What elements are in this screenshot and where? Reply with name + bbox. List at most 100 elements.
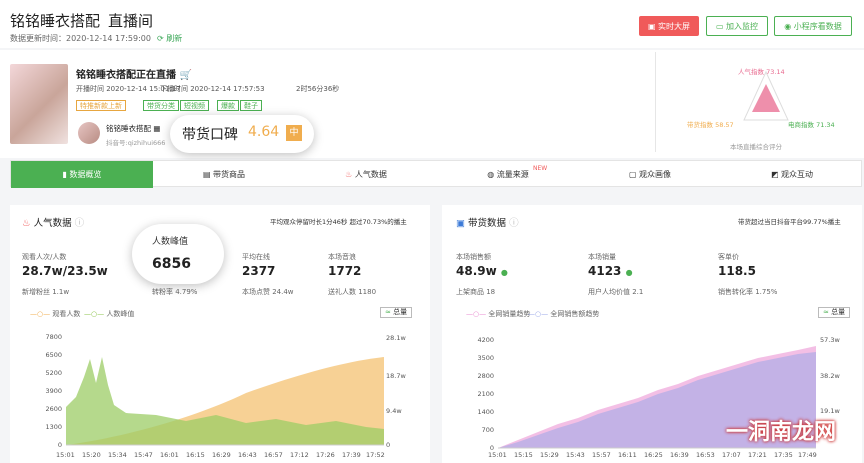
y-tick: 0 bbox=[57, 441, 62, 449]
update-time: 数据更新时间：2020-12-14 17:59:00 ⟳ 刷新 bbox=[10, 34, 183, 43]
metric-label: 本场销量 bbox=[588, 253, 616, 261]
x-tick: 17:35 bbox=[774, 451, 793, 459]
y2-tick: 57.3w bbox=[820, 336, 840, 344]
bar-chart-icon: ▮ bbox=[62, 170, 67, 179]
metric-sub: 送礼人数 1180 bbox=[328, 288, 377, 296]
metric-label: 观看人次/人数 bbox=[22, 253, 67, 261]
total-toggle[interactable]: ≈ 总量 bbox=[818, 307, 851, 318]
divider bbox=[655, 52, 656, 152]
y-tick: 3900 bbox=[45, 387, 62, 395]
tab-interaction[interactable]: ◩ 观众互动 bbox=[721, 161, 863, 188]
x-tick: 16:57 bbox=[264, 451, 283, 459]
x-tick: 15:15 bbox=[514, 451, 533, 459]
x-tick: 15:29 bbox=[540, 451, 559, 459]
tab-overview[interactable]: ▮ 数据概览 bbox=[11, 161, 153, 188]
x-tick: 17:12 bbox=[290, 451, 309, 459]
tab-bar: ▮ 数据概览 ▤ 带货商品 ♨ 人气数据 ◍ 流量来源 NEW ▢ 观众画像 ◩ … bbox=[10, 160, 863, 188]
metric-sub: 转粉率 4.79% bbox=[152, 288, 198, 296]
x-tick: 16:01 bbox=[160, 451, 179, 459]
legend-item: —○— 观看人数 bbox=[30, 310, 81, 318]
refresh-link[interactable]: ⟳ 刷新 bbox=[157, 34, 182, 43]
metric-value: 118.5 bbox=[718, 264, 756, 278]
peak-label: 人数峰值 bbox=[152, 237, 189, 247]
new-badge: NEW bbox=[533, 165, 548, 172]
y2-tick: 38.2w bbox=[820, 372, 840, 380]
y-tick: 7800 bbox=[45, 333, 62, 341]
peak-badge: 人数峰值 6856 bbox=[132, 224, 224, 284]
x-tick: 16:15 bbox=[186, 451, 205, 459]
bag-icon: ▣ bbox=[456, 218, 465, 229]
avatar bbox=[78, 122, 100, 144]
x-tick: 16:11 bbox=[618, 451, 637, 459]
x-tick: 15:01 bbox=[56, 451, 75, 459]
popularity-chart bbox=[66, 357, 384, 446]
metric-value: 4123 ● bbox=[588, 264, 633, 278]
x-tick: 15:43 bbox=[566, 451, 585, 459]
top-bar: 铭铭睡衣搭配 直播间 数据更新时间：2020-12-14 17:59:00 ⟳ 刷新… bbox=[0, 0, 864, 48]
x-tick: 17:52 bbox=[366, 451, 385, 459]
x-tick: 16:39 bbox=[670, 451, 689, 459]
metric-sub: 新增粉丝 1.1w bbox=[22, 288, 70, 296]
y2-tick: 0 bbox=[386, 441, 391, 449]
metric-sub: 本场点赞 24.4w bbox=[242, 288, 294, 296]
y2-tick: 9.4w bbox=[386, 407, 402, 415]
x-tick: 15:57 bbox=[592, 451, 611, 459]
page-title: 铭铭睡衣搭配 直播间 bbox=[10, 12, 154, 30]
y-tick: 5200 bbox=[45, 369, 62, 377]
mini-program-button[interactable]: ◉ 小程序看数据 bbox=[774, 16, 852, 36]
add-monitor-button[interactable]: ▭ 加入监控 bbox=[706, 16, 768, 36]
tab-goods[interactable]: ▤ 带货商品 bbox=[153, 161, 295, 188]
metric-sub: 销售转化率 1.75% bbox=[718, 288, 778, 296]
reputation-value: 4.64 bbox=[248, 124, 280, 140]
sales-title: ▣ 带货数据 ⓘ bbox=[456, 218, 519, 229]
total-toggle[interactable]: ≈ 总量 bbox=[380, 307, 413, 318]
x-tick: 16:43 bbox=[238, 451, 257, 459]
x-tick: 16:29 bbox=[212, 451, 231, 459]
metric-value: 2377 bbox=[242, 264, 276, 278]
radar-commerce: 电商指数 71.34 bbox=[788, 121, 835, 129]
douyin-id: 抖音号:qizhihui666 bbox=[106, 139, 166, 147]
live-screen-button[interactable]: ▣ 实时大屏 bbox=[639, 16, 699, 36]
metric-label: 本场销售额 bbox=[456, 253, 491, 261]
y-tick: 2600 bbox=[45, 405, 62, 413]
y-tick: 1400 bbox=[477, 408, 494, 416]
streamer-cover bbox=[10, 64, 68, 144]
tag: 鞋子 bbox=[240, 100, 262, 111]
tag: 带货分类 bbox=[143, 100, 179, 111]
x-tick: 16:25 bbox=[644, 451, 663, 459]
tab-traffic[interactable]: ◍ 流量来源 NEW bbox=[437, 161, 579, 188]
mini-program-icon: ◉ bbox=[784, 21, 794, 31]
fire-icon: ♨ bbox=[345, 170, 353, 179]
x-tick: 15:20 bbox=[82, 451, 101, 459]
legend-item: —○— 全网销售额趋势 bbox=[528, 310, 600, 318]
tab-audience[interactable]: ▢ 观众画像 bbox=[579, 161, 721, 188]
metric-sub: 上架商品 18 bbox=[456, 288, 496, 296]
radar-popularity: 人气指数 73.14 bbox=[738, 68, 785, 76]
live-title: 铭铭睡衣搭配正在直播 🛒 bbox=[76, 70, 192, 81]
y2-tick: 18.7w bbox=[386, 372, 406, 380]
tab-popularity[interactable]: ♨ 人气数据 bbox=[295, 161, 437, 188]
x-tick: 17:07 bbox=[722, 451, 741, 459]
tag: 短视频 bbox=[180, 100, 209, 111]
y-tick: 4200 bbox=[477, 336, 494, 344]
x-tick: 15:47 bbox=[134, 451, 153, 459]
metric-value: 48.9w ● bbox=[456, 264, 508, 278]
legend-item: —○— 人数峰值 bbox=[84, 310, 135, 318]
y2-tick: 28.1w bbox=[386, 334, 406, 342]
y-tick: 1300 bbox=[45, 423, 62, 431]
sales-summary: 带货超过当日抖音平台99.77%播主 bbox=[738, 218, 841, 226]
tag: 爆款 bbox=[217, 100, 239, 111]
reputation-label: 带货口碑 bbox=[182, 127, 238, 143]
watermark: 一洞南龙网 bbox=[726, 420, 837, 445]
tag: 特推新款上新 bbox=[76, 100, 126, 111]
metric-value: 1772 bbox=[328, 264, 362, 278]
y-tick: 700 bbox=[481, 426, 494, 434]
x-tick: 15:01 bbox=[488, 451, 507, 459]
qr-icon: ▦ bbox=[153, 124, 161, 133]
y-tick: 2100 bbox=[477, 390, 494, 398]
x-tick: 17:26 bbox=[316, 451, 335, 459]
y-tick: 2800 bbox=[477, 372, 494, 380]
monitor-icon: ▭ bbox=[715, 21, 727, 31]
x-tick: 17:39 bbox=[342, 451, 361, 459]
reputation-grade: 中 bbox=[286, 125, 302, 141]
